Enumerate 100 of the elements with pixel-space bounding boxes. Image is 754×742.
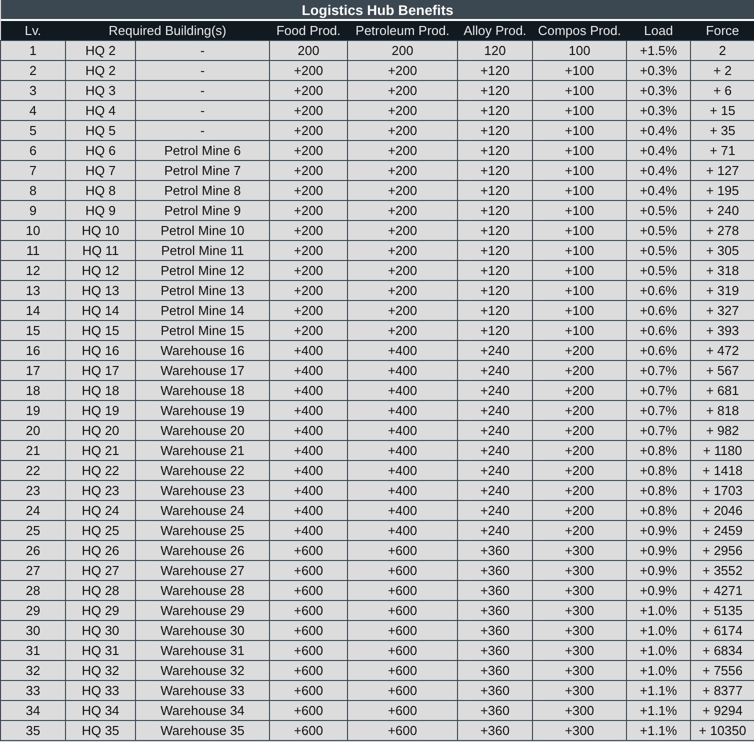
table-cell: HQ 11 [66, 240, 136, 260]
table-cell: +200 [270, 80, 348, 100]
table-cell: +200 [270, 60, 348, 80]
table-cell: 33 [0, 680, 66, 700]
table-cell: 15 [0, 320, 66, 340]
table-cell: + 3552 [690, 560, 754, 580]
table-cell: HQ 2 [66, 40, 136, 60]
table-cell: + 278 [690, 220, 754, 240]
table-cell: HQ 18 [66, 380, 136, 400]
table-cell: +120 [458, 320, 532, 340]
table-cell: HQ 14 [66, 300, 136, 320]
table-cell: + 319 [690, 280, 754, 300]
table-cell: +100 [532, 240, 626, 260]
table-cell: +360 [458, 540, 532, 560]
table-cell: 18 [0, 380, 66, 400]
table-cell: HQ 27 [66, 560, 136, 580]
table-cell: HQ 5 [66, 120, 136, 140]
table-cell: +240 [458, 380, 532, 400]
table-cell: Petrol Mine 13 [136, 280, 270, 300]
table-cell: +400 [270, 500, 348, 520]
table-cell: +0.8% [626, 480, 690, 500]
table-cell: 34 [0, 700, 66, 720]
table-cell: +200 [348, 320, 458, 340]
table-cell: +600 [270, 620, 348, 640]
table-cell: +200 [270, 100, 348, 120]
table-cell: +0.7% [626, 420, 690, 440]
table-cell: Petrol Mine 10 [136, 220, 270, 240]
table-cell: HQ 3 [66, 80, 136, 100]
table-cell: HQ 8 [66, 180, 136, 200]
table-cell: +240 [458, 500, 532, 520]
table-cell: +240 [458, 360, 532, 380]
table-cell: - [136, 40, 270, 60]
table-cell: +400 [348, 480, 458, 500]
table-cell: +360 [458, 700, 532, 720]
table-cell: + 305 [690, 240, 754, 260]
table-cell: +200 [270, 160, 348, 180]
table-cell: 28 [0, 580, 66, 600]
table-cell: +400 [270, 460, 348, 480]
table-cell: +200 [348, 240, 458, 260]
table-cell: +0.4% [626, 160, 690, 180]
table-cell: +100 [532, 320, 626, 340]
table-cell: +400 [348, 400, 458, 420]
table-cell: +100 [532, 140, 626, 160]
table-cell: Petrol Mine 8 [136, 180, 270, 200]
column-header: Required Building(s) [66, 20, 270, 40]
table-cell: +200 [270, 140, 348, 160]
table-cell: HQ 28 [66, 580, 136, 600]
table-cell: 27 [0, 560, 66, 580]
table-cell: +0.9% [626, 540, 690, 560]
table-cell: + 1418 [690, 460, 754, 480]
table-cell: +600 [348, 540, 458, 560]
table-cell: +360 [458, 560, 532, 580]
table-cell: 20 [0, 420, 66, 440]
table-cell: HQ 26 [66, 540, 136, 560]
table-cell: + 818 [690, 400, 754, 420]
table-cell: +100 [532, 280, 626, 300]
table-cell: +0.3% [626, 60, 690, 80]
table-cell: +200 [348, 280, 458, 300]
table-cell: +200 [270, 320, 348, 340]
table-cell: +0.5% [626, 220, 690, 240]
table-cell: +200 [270, 200, 348, 220]
table-cell: +600 [348, 640, 458, 660]
table-cell: 3 [0, 80, 66, 100]
table-cell: HQ 4 [66, 100, 136, 120]
table-cell: +400 [270, 440, 348, 460]
table-cell: HQ 34 [66, 700, 136, 720]
table-cell: +360 [458, 680, 532, 700]
column-header: Lv. [0, 20, 66, 40]
table-cell: +240 [458, 480, 532, 500]
table-cell: +0.7% [626, 380, 690, 400]
table-cell: 13 [0, 280, 66, 300]
table-cell: +120 [458, 180, 532, 200]
table-cell: +0.5% [626, 200, 690, 220]
table-cell: +0.8% [626, 460, 690, 480]
table-cell: Warehouse 21 [136, 440, 270, 460]
table-cell: 2 [690, 40, 754, 60]
table-cell: 11 [0, 240, 66, 260]
table-cell: + 9294 [690, 700, 754, 720]
table-cell: 16 [0, 340, 66, 360]
table-cell: + 240 [690, 200, 754, 220]
table-cell: HQ 22 [66, 460, 136, 480]
table-cell: +240 [458, 340, 532, 360]
table-cell: +600 [270, 720, 348, 740]
table-cell: Petrol Mine 11 [136, 240, 270, 260]
table-cell: 31 [0, 640, 66, 660]
table-cell: +0.7% [626, 400, 690, 420]
table-cell: Petrol Mine 14 [136, 300, 270, 320]
table-cell: +200 [270, 180, 348, 200]
table-cell: - [136, 60, 270, 80]
table-cell: +400 [270, 420, 348, 440]
table-cell: +200 [532, 360, 626, 380]
table-cell: +200 [532, 460, 626, 480]
table-cell: +200 [270, 120, 348, 140]
table-cell: 25 [0, 520, 66, 540]
table-cell: +120 [458, 280, 532, 300]
table-cell: +600 [348, 580, 458, 600]
table-cell: +300 [532, 540, 626, 560]
table-cell: +200 [532, 420, 626, 440]
table-cell: 24 [0, 500, 66, 520]
table-cell: +120 [458, 260, 532, 280]
